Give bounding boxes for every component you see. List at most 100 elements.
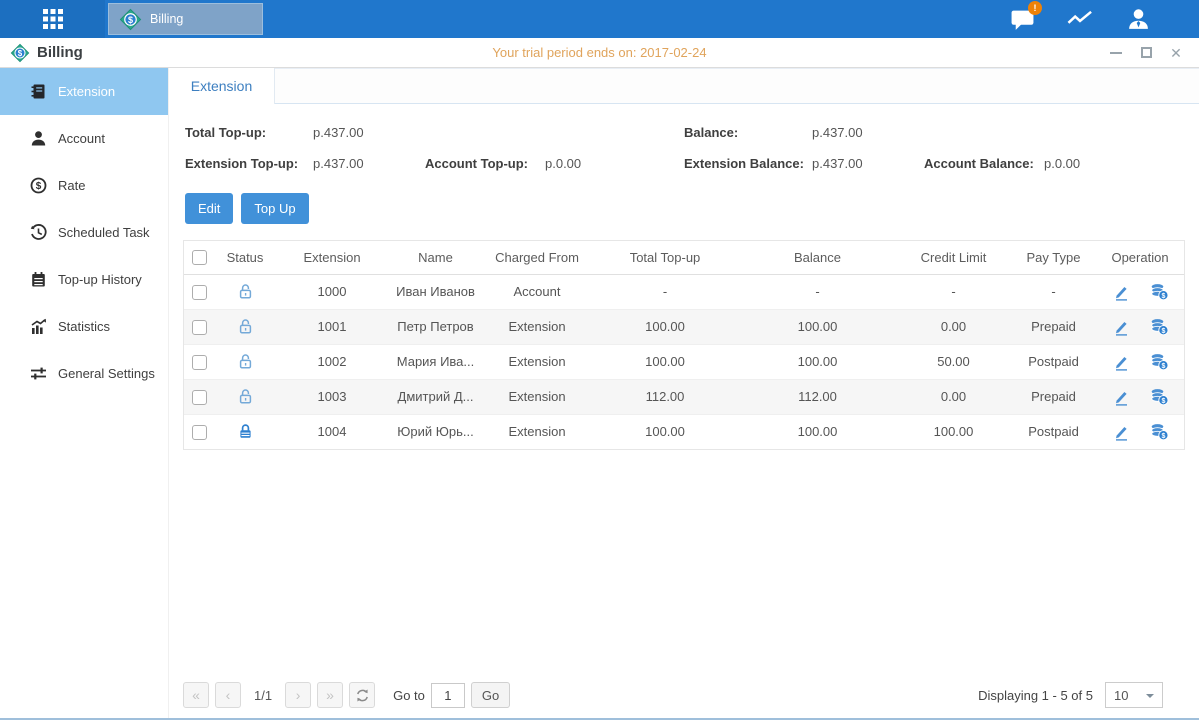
table-body: 1000 Иван Иванов Account - - - - bbox=[184, 274, 1184, 449]
sidebar-item-account[interactable]: Account bbox=[0, 115, 168, 162]
sidebar-item-scheduled-task[interactable]: Scheduled Task bbox=[0, 209, 168, 256]
sidebar-item-statistics[interactable]: Statistics bbox=[0, 303, 168, 350]
prev-page-button[interactable]: ‹ bbox=[215, 682, 241, 708]
column-operation: Operation bbox=[1096, 241, 1184, 274]
window-title-group: $ Billing bbox=[0, 43, 83, 63]
unlocked-icon[interactable] bbox=[237, 283, 254, 300]
goto-page-input[interactable] bbox=[431, 683, 465, 708]
page-size-dropdown[interactable]: 10 bbox=[1105, 682, 1163, 708]
extension-book-icon bbox=[30, 83, 47, 100]
svg-text:$: $ bbox=[36, 181, 42, 192]
cell-balance: - bbox=[739, 274, 896, 309]
cell-total-topup: 100.00 bbox=[591, 309, 739, 344]
cell-charged-from: Extension bbox=[483, 379, 591, 414]
svg-text:$: $ bbox=[128, 14, 133, 24]
edit-icon[interactable] bbox=[1112, 353, 1130, 371]
table-header-row: Status Extension Name Charged From Total… bbox=[184, 241, 1184, 274]
table-row: 1004 Юрий Юрь... Extension 100.00 100.00… bbox=[184, 414, 1184, 449]
window-title: Billing bbox=[37, 44, 83, 61]
app-launcher-button[interactable] bbox=[0, 0, 105, 38]
close-button[interactable]: ✕ bbox=[1169, 46, 1183, 60]
cell-extension: 1004 bbox=[276, 414, 388, 449]
sidebar-item-label: Scheduled Task bbox=[58, 225, 150, 240]
minimize-icon bbox=[1110, 52, 1122, 54]
cell-balance: 100.00 bbox=[739, 344, 896, 379]
column-balance: Balance bbox=[739, 241, 896, 274]
table-row: 1000 Иван Иванов Account - - - - bbox=[184, 274, 1184, 309]
row-checkbox[interactable] bbox=[192, 320, 207, 335]
select-all-checkbox[interactable] bbox=[192, 250, 207, 265]
resource-monitor-button[interactable] bbox=[1067, 6, 1093, 32]
dollar-circle-icon: $ bbox=[30, 177, 47, 194]
billing-diamond-icon: $ bbox=[119, 8, 142, 31]
sidebar-item-extension[interactable]: Extension bbox=[0, 68, 168, 115]
cell-credit-limit: 0.00 bbox=[896, 309, 1011, 344]
trial-notice: Your trial period ends on: 2017-02-24 bbox=[0, 45, 1199, 60]
cell-total-topup: 112.00 bbox=[591, 379, 739, 414]
billing-diamond-icon: $ bbox=[10, 43, 30, 63]
top-up-coins-icon[interactable]: $ bbox=[1150, 283, 1169, 301]
total-topup-label: Total Top-up: bbox=[185, 125, 313, 140]
taskbar: $ Billing ! bbox=[0, 0, 1199, 38]
go-button[interactable]: Go bbox=[471, 682, 510, 708]
edit-icon[interactable] bbox=[1112, 283, 1130, 301]
apps-grid-icon bbox=[40, 6, 66, 32]
svg-text:$: $ bbox=[1161, 362, 1165, 369]
row-checkbox[interactable] bbox=[192, 425, 207, 440]
cell-total-topup: - bbox=[591, 274, 739, 309]
edit-button[interactable]: Edit bbox=[185, 193, 233, 224]
pagination-bar: « ‹ 1/1 › » Go to Go Displaying bbox=[169, 676, 1199, 718]
table-row: 1002 Мария Ива... Extension 100.00 100.0… bbox=[184, 344, 1184, 379]
column-credit-limit: Credit Limit bbox=[896, 241, 1011, 274]
line-chart-icon bbox=[1067, 7, 1093, 31]
minimize-button[interactable] bbox=[1109, 46, 1123, 60]
row-checkbox[interactable] bbox=[192, 285, 207, 300]
row-checkbox[interactable] bbox=[192, 355, 207, 370]
cell-credit-limit: - bbox=[896, 274, 1011, 309]
top-up-button[interactable]: Top Up bbox=[241, 193, 308, 224]
cell-credit-limit: 50.00 bbox=[896, 344, 1011, 379]
unlocked-icon[interactable] bbox=[237, 353, 254, 370]
cell-name: Дмитрий Д... bbox=[388, 379, 483, 414]
table-row: 1003 Дмитрий Д... Extension 112.00 112.0… bbox=[184, 379, 1184, 414]
next-page-icon: › bbox=[296, 687, 301, 703]
sidebar-item-label: Top-up History bbox=[58, 272, 142, 287]
top-up-coins-icon[interactable]: $ bbox=[1150, 353, 1169, 371]
unlocked-icon[interactable] bbox=[237, 318, 254, 335]
billing-app-window: $ Billing ! bbox=[0, 0, 1199, 720]
sidebar-item-topup-history[interactable]: Top-up History bbox=[0, 256, 168, 303]
account-balance-value: p.0.00 bbox=[1044, 156, 1156, 171]
last-page-button[interactable]: » bbox=[317, 682, 343, 708]
next-page-button[interactable]: › bbox=[285, 682, 311, 708]
sidebar-item-label: Rate bbox=[58, 178, 85, 193]
cell-extension: 1003 bbox=[276, 379, 388, 414]
maximize-icon bbox=[1141, 47, 1152, 58]
locked-icon[interactable] bbox=[237, 423, 254, 440]
sidebar-item-general-settings[interactable]: General Settings bbox=[0, 350, 168, 397]
edit-icon[interactable] bbox=[1112, 318, 1130, 336]
top-up-coins-icon[interactable]: $ bbox=[1150, 388, 1169, 406]
edit-icon[interactable] bbox=[1112, 423, 1130, 441]
unlocked-icon[interactable] bbox=[237, 388, 254, 405]
ledger-icon bbox=[30, 271, 47, 288]
row-checkbox[interactable] bbox=[192, 390, 207, 405]
refresh-button[interactable] bbox=[349, 682, 375, 708]
cell-pay-type: Postpaid bbox=[1011, 414, 1096, 449]
sidebar-item-rate[interactable]: $ Rate bbox=[0, 162, 168, 209]
top-up-coins-icon[interactable]: $ bbox=[1150, 318, 1169, 336]
top-up-coins-icon[interactable]: $ bbox=[1150, 423, 1169, 441]
tab-extension[interactable]: Extension bbox=[169, 68, 275, 104]
cell-charged-from: Extension bbox=[483, 344, 591, 379]
user-account-button[interactable] bbox=[1125, 6, 1151, 32]
column-status: Status bbox=[214, 241, 276, 274]
edit-icon[interactable] bbox=[1112, 388, 1130, 406]
svg-text:$: $ bbox=[1161, 397, 1165, 404]
taskbar-tab-billing[interactable]: $ Billing bbox=[108, 3, 263, 35]
main-content: Extension Total Top-up: p.437.00 Extensi… bbox=[168, 68, 1199, 718]
chevron-down-icon bbox=[1146, 694, 1154, 702]
maximize-button[interactable] bbox=[1139, 46, 1153, 60]
cell-name: Петр Петров bbox=[388, 309, 483, 344]
notifications-button[interactable]: ! bbox=[1009, 6, 1035, 32]
first-page-button[interactable]: « bbox=[183, 682, 209, 708]
cell-total-topup: 100.00 bbox=[591, 344, 739, 379]
